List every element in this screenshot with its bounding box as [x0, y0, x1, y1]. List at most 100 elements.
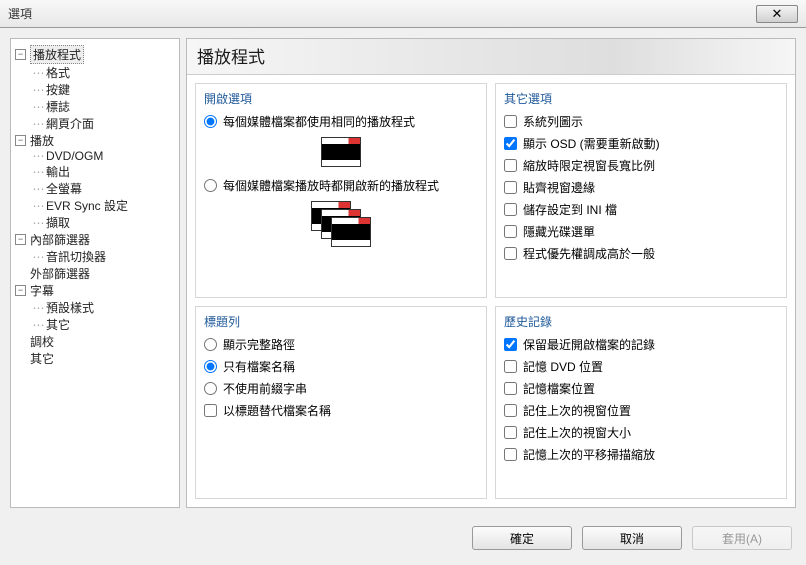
checkbox-input[interactable]: [504, 225, 517, 238]
ok-button[interactable]: 確定: [472, 526, 572, 550]
tree-item-other[interactable]: 其它: [30, 350, 54, 367]
option-label: 記憶上次的平移掃描縮放: [523, 446, 655, 464]
group-titlebar: 標題列 顯示完整路徑 只有檔案名稱 不使用前綴字串 以標題替代檔案名稱: [195, 306, 487, 499]
group-history: 歷史記錄 保留最近開啟檔案的記錄 記憶 DVD 位置 記憶檔案位置 記住上次的視…: [495, 306, 787, 499]
checkbox-input[interactable]: [504, 115, 517, 128]
check-priority[interactable]: 程式優先權調成高於一般: [504, 245, 778, 263]
checkbox-input[interactable]: [504, 247, 517, 260]
option-label: 程式優先權調成高於一般: [523, 245, 655, 263]
group-other-options: 其它選項 系統列圖示 顯示 OSD (需要重新啟動) 縮放時限定視窗長寬比例 貼…: [495, 83, 787, 298]
tree-toggle-icon[interactable]: −: [15, 49, 26, 60]
radio-input[interactable]: [204, 179, 217, 192]
check-remember-winpos[interactable]: 記住上次的視窗位置: [504, 402, 778, 420]
tree-toggle-icon[interactable]: −: [15, 234, 26, 245]
checkbox-input[interactable]: [504, 181, 517, 194]
check-hide-cd[interactable]: 隱藏光碟選單: [504, 223, 778, 241]
checkbox-input[interactable]: [504, 426, 517, 439]
option-label: 顯示 OSD (需要重新啟動): [523, 135, 660, 153]
tree-item-formats[interactable]: 格式: [46, 64, 70, 81]
group-title: 開啟選項: [204, 90, 478, 107]
check-remember-dvdpos[interactable]: 記憶 DVD 位置: [504, 358, 778, 376]
tree-item-player[interactable]: 播放程式: [30, 45, 84, 64]
option-label: 縮放時限定視窗長寬比例: [523, 157, 655, 175]
group-title: 其它選項: [504, 90, 778, 107]
option-label: 只有檔案名稱: [223, 358, 295, 376]
option-label: 以標題替代檔案名稱: [223, 402, 331, 420]
option-label: 不使用前綴字串: [223, 380, 307, 398]
radio-input[interactable]: [204, 338, 217, 351]
check-remember-winsize[interactable]: 記住上次的視窗大小: [504, 424, 778, 442]
close-button[interactable]: ✕: [756, 5, 798, 23]
tree-item-audioswitcher[interactable]: 音訊切換器: [46, 248, 106, 265]
tree-item-subtitles[interactable]: 字幕: [30, 282, 54, 299]
cancel-button[interactable]: 取消: [582, 526, 682, 550]
option-label: 每個媒體檔案都使用相同的播放程式: [223, 113, 415, 131]
tree-item-keys[interactable]: 按鍵: [46, 81, 70, 98]
option-label: 記憶 DVD 位置: [523, 358, 603, 376]
page-title: 播放程式: [187, 39, 795, 75]
radio-input[interactable]: [204, 115, 217, 128]
checkbox-input[interactable]: [504, 137, 517, 150]
option-label: 記憶檔案位置: [523, 380, 595, 398]
tree-item-fullscreen[interactable]: 全螢幕: [46, 180, 82, 197]
check-save-ini[interactable]: 儲存設定到 INI 檔: [504, 201, 778, 219]
close-icon: ✕: [772, 6, 783, 22]
single-window-icon: [321, 137, 361, 167]
check-remember-pns[interactable]: 記憶上次的平移掃描縮放: [504, 446, 778, 464]
multi-window-icon: [311, 201, 371, 247]
tree-item-sub-misc[interactable]: 其它: [46, 316, 70, 333]
checkbox-input[interactable]: [204, 404, 217, 417]
checkbox-input[interactable]: [504, 338, 517, 351]
check-title-replace[interactable]: 以標題替代檔案名稱: [204, 402, 478, 420]
tree-toggle-icon[interactable]: −: [15, 135, 26, 146]
option-label: 記住上次的視窗大小: [523, 424, 631, 442]
option-label: 保留最近開啟檔案的記錄: [523, 336, 655, 354]
checkbox-input[interactable]: [504, 404, 517, 417]
tree-item-playback[interactable]: 播放: [30, 132, 54, 149]
tree-item-webif[interactable]: 網頁介面: [46, 115, 94, 132]
tree-item-output[interactable]: 輸出: [46, 163, 70, 180]
checkbox-input[interactable]: [504, 448, 517, 461]
option-label: 顯示完整路徑: [223, 336, 295, 354]
tree-item-external-filters[interactable]: 外部篩選器: [30, 265, 90, 282]
group-open-options: 開啟選項 每個媒體檔案都使用相同的播放程式 每個媒體檔案播放時都開啟新的播放程式: [195, 83, 487, 298]
dialog-button-bar: 確定 取消 套用(A): [0, 518, 806, 558]
checkbox-input[interactable]: [504, 360, 517, 373]
tree-item-defaultstyle[interactable]: 預設樣式: [46, 299, 94, 316]
option-label: 每個媒體檔案播放時都開啟新的播放程式: [223, 177, 439, 195]
option-label: 儲存設定到 INI 檔: [523, 201, 617, 219]
check-show-osd[interactable]: 顯示 OSD (需要重新啟動): [504, 135, 778, 153]
tree-item-evrsync[interactable]: EVR Sync 設定: [46, 197, 128, 214]
tree-toggle-icon[interactable]: −: [15, 285, 26, 296]
radio-same-player[interactable]: 每個媒體檔案都使用相同的播放程式: [204, 113, 478, 131]
check-limit-ar[interactable]: 縮放時限定視窗長寬比例: [504, 157, 778, 175]
option-label: 系統列圖示: [523, 113, 583, 131]
radio-input[interactable]: [204, 360, 217, 373]
tree-item-internal-filters[interactable]: 內部篩選器: [30, 231, 90, 248]
apply-button[interactable]: 套用(A): [692, 526, 792, 550]
check-tray-icon[interactable]: 系統列圖示: [504, 113, 778, 131]
radio-new-player[interactable]: 每個媒體檔案播放時都開啟新的播放程式: [204, 177, 478, 195]
titlebar: 選項 ✕: [0, 0, 806, 28]
option-label: 記住上次的視窗位置: [523, 402, 631, 420]
radio-nameonly[interactable]: 只有檔案名稱: [204, 358, 478, 376]
group-title: 歷史記錄: [504, 313, 778, 330]
radio-fullpath[interactable]: 顯示完整路徑: [204, 336, 478, 354]
checkbox-input[interactable]: [504, 159, 517, 172]
option-label: 隱藏光碟選單: [523, 223, 595, 241]
group-title: 標題列: [204, 313, 478, 330]
checkbox-input[interactable]: [504, 203, 517, 216]
option-label: 貼齊視窗邊緣: [523, 179, 595, 197]
tree-item-capture[interactable]: 擷取: [46, 214, 70, 231]
settings-page: 播放程式 開啟選項 每個媒體檔案都使用相同的播放程式 每個媒體檔案播放時都開啟新…: [186, 38, 796, 508]
radio-input[interactable]: [204, 382, 217, 395]
radio-noprefix[interactable]: 不使用前綴字串: [204, 380, 478, 398]
tree-item-dvdogm[interactable]: DVD/OGM: [46, 149, 103, 163]
checkbox-input[interactable]: [504, 382, 517, 395]
check-remember-filepos[interactable]: 記憶檔案位置: [504, 380, 778, 398]
check-keep-recent[interactable]: 保留最近開啟檔案的記錄: [504, 336, 778, 354]
tree-item-tweaks[interactable]: 調校: [30, 333, 54, 350]
tree-item-logo[interactable]: 標誌: [46, 98, 70, 115]
check-snap-edge[interactable]: 貼齊視窗邊緣: [504, 179, 778, 197]
category-tree[interactable]: − 播放程式 ⋯格式 ⋯按鍵 ⋯標誌 ⋯網頁介面 − 播放 ⋯DVD/OGM ⋯…: [10, 38, 180, 508]
